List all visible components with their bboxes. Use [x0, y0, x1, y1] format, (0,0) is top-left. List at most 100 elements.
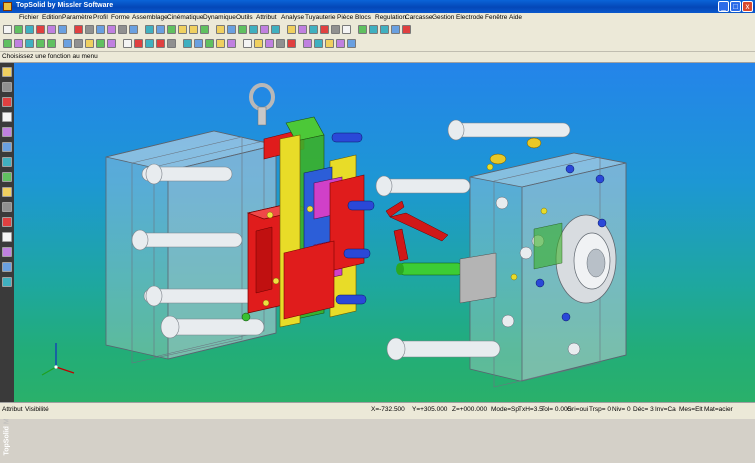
revolve-icon[interactable] — [96, 39, 105, 48]
status-transparency[interactable]: Trsp= 0 — [589, 406, 611, 413]
bolt-icon[interactable] — [314, 39, 323, 48]
rotate-icon[interactable] — [145, 25, 154, 34]
menu-gestion[interactable]: Gestion — [432, 14, 454, 21]
lifter-icon[interactable] — [265, 39, 274, 48]
runner-icon[interactable] — [287, 39, 296, 48]
ejector-tool-icon[interactable] — [2, 247, 12, 257]
status-mode[interactable]: Mode=Sp — [491, 406, 519, 413]
maximize-button[interactable]: □ — [730, 1, 741, 12]
pin-icon[interactable] — [325, 39, 334, 48]
line-icon[interactable] — [342, 25, 351, 34]
filter-icon[interactable] — [216, 25, 225, 34]
redo-icon[interactable] — [74, 25, 83, 34]
pointer-icon[interactable] — [3, 39, 12, 48]
menu-blocs[interactable]: Blocs — [355, 14, 371, 21]
status-level[interactable]: Niv= 0 — [612, 406, 631, 413]
bolt-tool-icon[interactable] — [2, 232, 12, 242]
spline-icon[interactable] — [63, 39, 72, 48]
plate-icon[interactable] — [303, 39, 312, 48]
mold-icon[interactable] — [205, 39, 214, 48]
split-icon[interactable] — [183, 39, 192, 48]
menu-piece[interactable]: Pièce — [337, 14, 353, 21]
status-inv[interactable]: Inv=Ca — [655, 406, 676, 413]
chamfer-icon[interactable] — [156, 39, 165, 48]
extrude-icon[interactable] — [85, 39, 94, 48]
hide-icon[interactable] — [287, 25, 296, 34]
style-icon[interactable] — [331, 25, 340, 34]
shade-icon[interactable] — [271, 25, 280, 34]
status-mes[interactable]: Mes=Elt — [679, 406, 703, 413]
ejector-icon[interactable] — [227, 39, 236, 48]
status-attribut[interactable]: Attribut — [2, 406, 23, 413]
menu-attribut[interactable]: Attribut — [256, 14, 277, 21]
arc-icon[interactable] — [47, 39, 56, 48]
menu-cinematique[interactable]: Cinématique — [167, 14, 204, 21]
menu-parametre[interactable]: Paramètre — [62, 14, 92, 21]
menu-fenetre[interactable]: Fenêtre — [485, 14, 507, 21]
status-txh[interactable]: TxH=3.5 — [518, 406, 543, 413]
spring-icon[interactable] — [347, 39, 356, 48]
curve-tool-icon[interactable] — [2, 67, 12, 77]
fit-icon[interactable] — [249, 25, 258, 34]
pan-icon[interactable] — [238, 25, 247, 34]
menu-carcasse[interactable]: Carcasse — [405, 14, 432, 21]
menu-electrode[interactable]: Electrode — [456, 14, 483, 21]
boolean-icon[interactable] — [167, 39, 176, 48]
save-icon[interactable] — [25, 25, 34, 34]
profile-icon[interactable] — [74, 39, 83, 48]
view-icon[interactable] — [309, 25, 318, 34]
status-dec[interactable]: Déc= 3 — [633, 406, 654, 413]
menu-aide[interactable]: Aide — [509, 14, 522, 21]
menu-tuyauterie[interactable]: Tuyauterie — [305, 14, 335, 21]
sketch-tool-icon[interactable] — [2, 82, 12, 92]
status-grid[interactable]: Gri=oui — [567, 406, 588, 413]
fillet-icon[interactable] — [145, 39, 154, 48]
menu-dynamique[interactable]: Dynamique — [203, 14, 236, 21]
point-icon[interactable] — [358, 25, 367, 34]
point-icon[interactable] — [14, 39, 23, 48]
array-icon[interactable] — [167, 25, 176, 34]
menu-forme[interactable]: Forme — [111, 14, 130, 21]
gate-icon[interactable] — [276, 39, 285, 48]
draft-tool-icon[interactable] — [2, 172, 12, 182]
render-icon[interactable] — [260, 25, 269, 34]
menu-analyse[interactable]: Analyse — [281, 14, 304, 21]
circle-icon[interactable] — [36, 39, 45, 48]
3d-viewport[interactable] — [14, 63, 755, 402]
menu-regulation[interactable]: Regulation — [375, 14, 406, 21]
move-icon[interactable] — [129, 25, 138, 34]
snap-icon[interactable] — [189, 25, 198, 34]
menu-outils[interactable]: Outils — [236, 14, 253, 21]
sweep-icon[interactable] — [107, 39, 116, 48]
menu-edition[interactable]: Edition — [42, 14, 62, 21]
analyse-tool-icon[interactable] — [2, 202, 12, 212]
mold-tool-icon[interactable] — [2, 142, 12, 152]
light-icon[interactable] — [298, 25, 307, 34]
undo-icon[interactable] — [47, 25, 56, 34]
pipe-tool-icon[interactable] — [2, 217, 12, 227]
minimize-button[interactable]: _ — [718, 1, 729, 12]
print-icon[interactable] — [36, 25, 45, 34]
open-icon[interactable] — [14, 25, 23, 34]
shape-tool-icon[interactable] — [2, 97, 12, 107]
electrode-tool-icon[interactable] — [2, 157, 12, 167]
zoom-icon[interactable] — [227, 25, 236, 34]
menu-profil[interactable]: Profil — [93, 14, 108, 21]
close-button[interactable]: x — [742, 1, 753, 12]
status-visibility[interactable]: Visibilité — [25, 406, 49, 413]
curve-icon[interactable] — [369, 25, 378, 34]
view-iso-icon[interactable] — [402, 25, 411, 34]
mirror-icon[interactable] — [156, 25, 165, 34]
copy-icon[interactable] — [85, 25, 94, 34]
insert-tool-icon[interactable] — [2, 277, 12, 287]
cut-icon[interactable] — [118, 25, 127, 34]
layer-list-icon[interactable] — [380, 25, 389, 34]
insert-icon[interactable] — [216, 39, 225, 48]
menu-fichier[interactable]: Fichier — [19, 14, 39, 21]
measure-tool-icon[interactable] — [2, 187, 12, 197]
cooling-icon[interactable] — [243, 39, 252, 48]
new-icon[interactable] — [3, 25, 12, 34]
shell-icon[interactable] — [123, 39, 132, 48]
drill-icon[interactable] — [134, 39, 143, 48]
grid-icon[interactable] — [200, 25, 209, 34]
